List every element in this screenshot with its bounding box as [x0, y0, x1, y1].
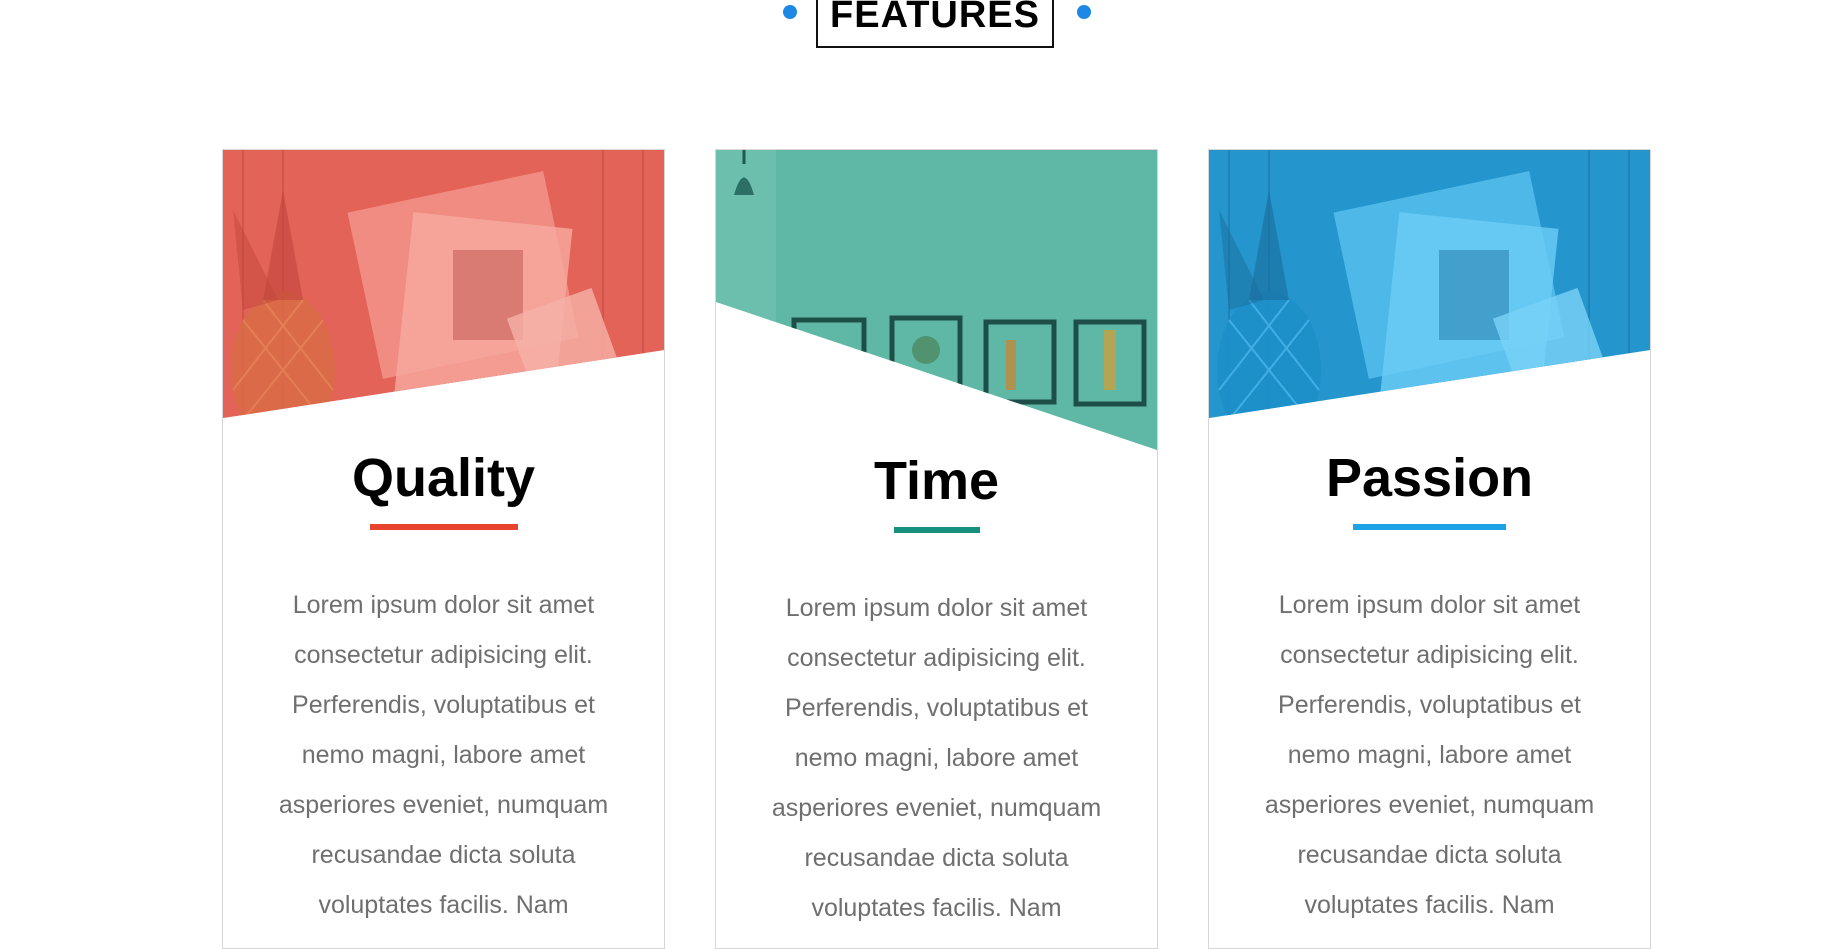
card-text-passion: Lorem ipsum dolor sit amet consectetur a…: [1264, 591, 1595, 919]
card-underline-quality: [370, 524, 518, 530]
section-title: FEATURES: [816, 0, 1054, 48]
section-header: FEATURES: [0, 0, 1841, 60]
card-image-passion: [1209, 150, 1650, 450]
card-image-time: [716, 150, 1157, 450]
card-text-time: Lorem ipsum dolor sit amet consectetur a…: [771, 594, 1102, 922]
decorative-dot-left: [783, 5, 797, 19]
card-image-quality: [223, 150, 664, 450]
decorative-dot-right: [1077, 5, 1091, 19]
card-title-time: Time: [873, 451, 1000, 511]
card-title-passion: Passion: [1325, 448, 1534, 508]
feature-card-passion: Passion Lorem ipsum dolor sit amet conse…: [1208, 149, 1651, 949]
card-underline-time: [894, 527, 980, 533]
card-text-quality: Lorem ipsum dolor sit amet consectetur a…: [278, 591, 609, 919]
feature-card-quality: Quality Lorem ipsum dolor sit amet conse…: [222, 149, 665, 949]
feature-card-time: Time Lorem ipsum dolor sit amet consecte…: [715, 149, 1158, 949]
card-underline-passion: [1353, 524, 1506, 530]
card-title-quality: Quality: [351, 448, 536, 508]
